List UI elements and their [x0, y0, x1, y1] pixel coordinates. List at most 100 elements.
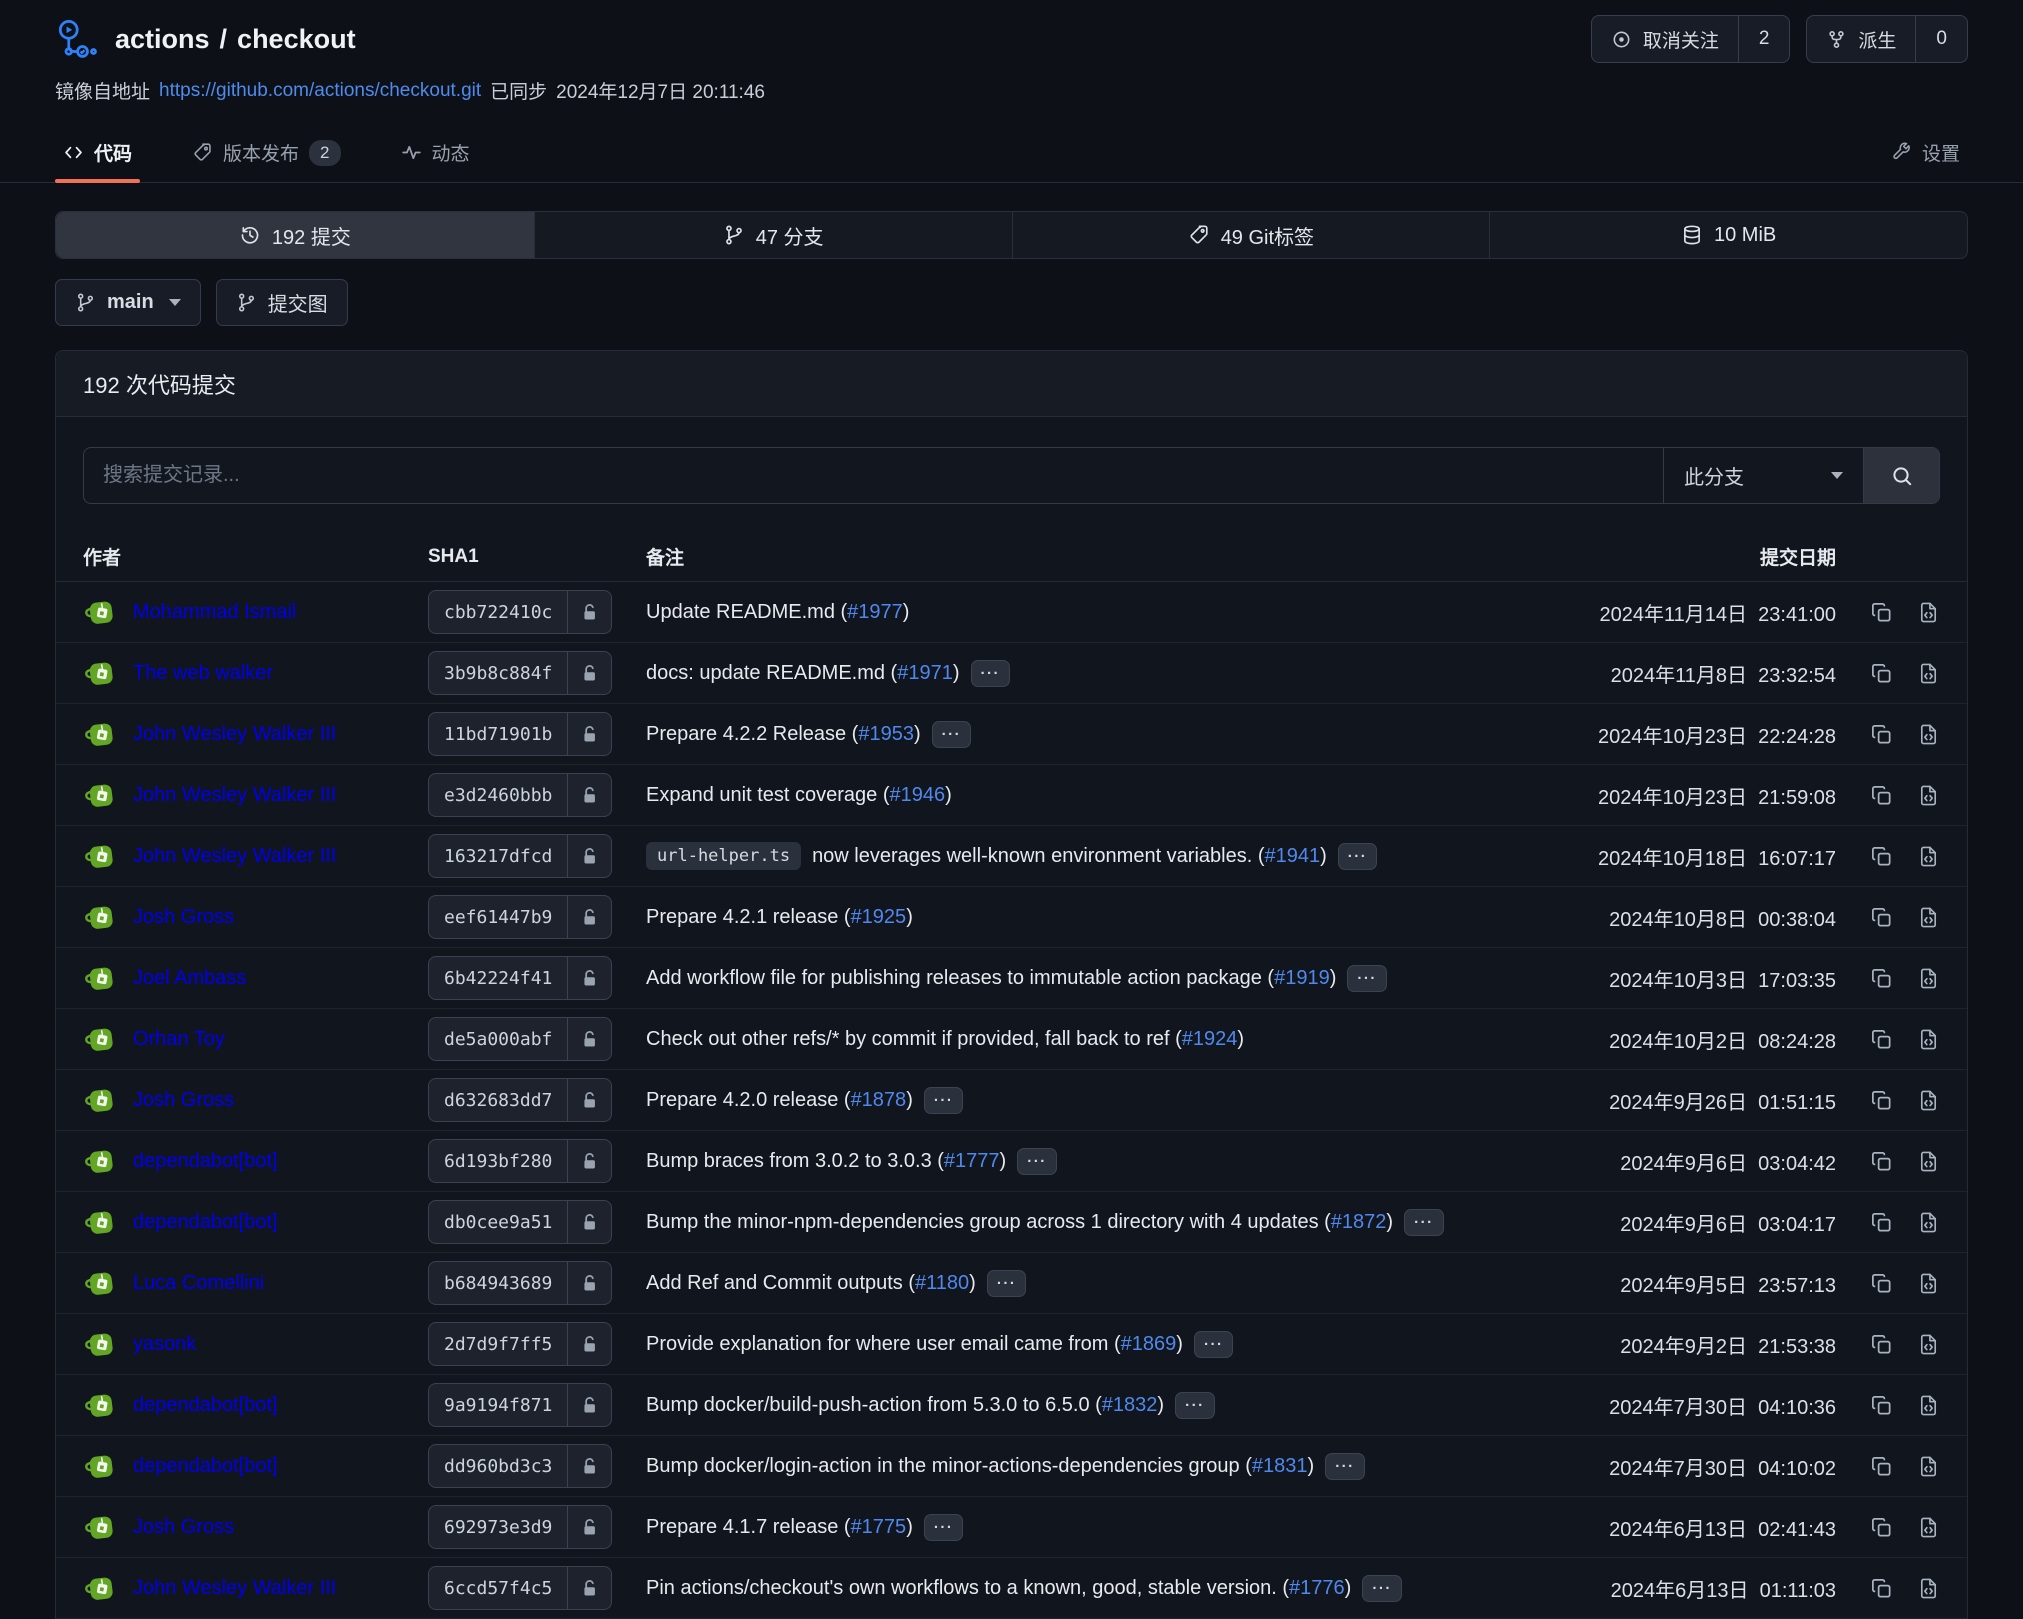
expand-commit-body-button[interactable]: ··· [1404, 1209, 1444, 1236]
expand-commit-body-button[interactable]: ··· [1175, 1392, 1215, 1419]
expand-commit-body-button[interactable]: ··· [1194, 1331, 1234, 1358]
commit-graph-button[interactable]: 提交图 [216, 279, 348, 326]
pr-link[interactable]: #1941 [1265, 845, 1321, 867]
commit-sha-badge[interactable]: dd960bd3c3 [428, 1444, 612, 1488]
copy-sha-button[interactable] [1870, 1577, 1893, 1600]
branch-selector[interactable]: main [55, 279, 201, 326]
expand-commit-body-button[interactable]: ··· [1325, 1453, 1365, 1480]
avatar[interactable] [83, 655, 119, 691]
copy-sha-button[interactable] [1870, 1516, 1893, 1539]
browse-source-button[interactable] [1917, 1333, 1940, 1356]
commit-sha-badge[interactable]: 163217dfcd [428, 834, 612, 878]
commit-sha-badge[interactable]: 3b9b8c884f [428, 651, 612, 695]
avatar[interactable] [83, 838, 119, 874]
avatar[interactable] [83, 899, 119, 935]
author-name-link[interactable]: Josh Gross [133, 1516, 234, 1539]
browse-source-button[interactable] [1917, 1394, 1940, 1417]
fork-button[interactable]: 派生 0 [1806, 15, 1968, 63]
commit-search-input[interactable] [84, 448, 1663, 503]
pr-link[interactable]: #1776 [1289, 1577, 1345, 1599]
copy-sha-button[interactable] [1870, 1089, 1893, 1112]
author-name-link[interactable]: Mohammad Ismail [133, 601, 296, 624]
watchers-count[interactable]: 2 [1738, 16, 1790, 62]
browse-source-button[interactable] [1917, 601, 1940, 624]
expand-commit-body-button[interactable]: ··· [1017, 1148, 1057, 1175]
tab-code[interactable]: 代码 [55, 124, 140, 182]
stat-tags[interactable]: 49 Git标签 [1012, 212, 1490, 258]
author-name-link[interactable]: Josh Gross [133, 906, 234, 929]
commit-sha-badge[interactable]: d632683dd7 [428, 1078, 612, 1122]
commit-message[interactable]: Bump braces from 3.0.2 to 3.0.3 (#1777) [646, 1150, 1006, 1173]
browse-source-button[interactable] [1917, 845, 1940, 868]
browse-source-button[interactable] [1917, 1516, 1940, 1539]
author-name-link[interactable]: Joel Ambass [133, 967, 246, 990]
pr-link[interactable]: #1775 [851, 1516, 907, 1538]
commit-message[interactable]: Provide explanation for where user email… [646, 1333, 1183, 1356]
author-name-link[interactable]: John Wesley Walker III [133, 784, 336, 807]
copy-sha-button[interactable] [1870, 723, 1893, 746]
author-name-link[interactable]: The web walker [133, 662, 273, 685]
commit-sha-badge[interactable]: b684943689 [428, 1261, 612, 1305]
commit-message[interactable]: now leverages well-known environment var… [812, 845, 1327, 868]
stat-commits[interactable]: 192 提交 [56, 212, 534, 258]
commit-message[interactable]: Pin actions/checkout's own workflows to … [646, 1577, 1351, 1600]
expand-commit-body-button[interactable]: ··· [971, 660, 1011, 687]
branch-scope-dropdown[interactable]: 此分支 [1663, 448, 1863, 503]
avatar[interactable] [83, 1204, 119, 1240]
author-name-link[interactable]: dependabot[bot] [133, 1394, 278, 1417]
mirror-url-link[interactable]: https://github.com/actions/checkout.git [159, 80, 481, 102]
avatar[interactable] [83, 716, 119, 752]
forks-count[interactable]: 0 [1915, 16, 1967, 62]
pr-link[interactable]: #1977 [847, 601, 903, 623]
expand-commit-body-button[interactable]: ··· [924, 1087, 964, 1114]
pr-link[interactable]: #1180 [915, 1272, 969, 1294]
author-name-link[interactable]: yasonk [133, 1333, 196, 1356]
expand-commit-body-button[interactable]: ··· [924, 1514, 964, 1541]
commit-sha-badge[interactable]: cbb722410c [428, 590, 612, 634]
browse-source-button[interactable] [1917, 1455, 1940, 1478]
copy-sha-button[interactable] [1870, 1211, 1893, 1234]
commit-sha-badge[interactable]: 6b42224f41 [428, 956, 612, 1000]
unwatch-button[interactable]: 取消关注 2 [1591, 15, 1791, 63]
expand-commit-body-button[interactable]: ··· [1362, 1575, 1402, 1602]
avatar[interactable] [83, 1448, 119, 1484]
tab-settings[interactable]: 设置 [1883, 124, 1968, 182]
commit-message[interactable]: Expand unit test coverage (#1946) [646, 784, 952, 807]
commit-message[interactable]: Prepare 4.2.2 Release (#1953) [646, 723, 921, 746]
browse-source-button[interactable] [1917, 1028, 1940, 1051]
commit-message[interactable]: Bump docker/build-push-action from 5.3.0… [646, 1394, 1164, 1417]
commit-message[interactable]: Prepare 4.2.1 release (#1925) [646, 906, 913, 929]
browse-source-button[interactable] [1917, 723, 1940, 746]
avatar[interactable] [83, 1021, 119, 1057]
commit-message[interactable]: Add Ref and Commit outputs (#1180) [646, 1272, 976, 1295]
commit-message[interactable]: docs: update README.md (#1971) [646, 662, 960, 685]
pr-link[interactable]: #1878 [851, 1089, 907, 1111]
commit-sha-badge[interactable]: 6d193bf280 [428, 1139, 612, 1183]
pr-link[interactable]: #1919 [1274, 967, 1330, 989]
author-name-link[interactable]: Orhan Toy [133, 1028, 225, 1051]
copy-sha-button[interactable] [1870, 1455, 1893, 1478]
copy-sha-button[interactable] [1870, 1028, 1893, 1051]
avatar[interactable] [83, 1326, 119, 1362]
commit-message[interactable]: Prepare 4.1.7 release (#1775) [646, 1516, 913, 1539]
author-name-link[interactable]: John Wesley Walker III [133, 845, 336, 868]
avatar[interactable] [83, 594, 119, 630]
commit-message[interactable]: Add workflow file for publishing release… [646, 967, 1336, 990]
stat-branches[interactable]: 47 分支 [534, 212, 1012, 258]
pr-link[interactable]: #1832 [1102, 1394, 1158, 1416]
pr-link[interactable]: #1925 [851, 906, 907, 928]
copy-sha-button[interactable] [1870, 845, 1893, 868]
copy-sha-button[interactable] [1870, 1333, 1893, 1356]
pr-link[interactable]: #1872 [1331, 1211, 1387, 1233]
owner-link[interactable]: actions [115, 24, 210, 55]
expand-commit-body-button[interactable]: ··· [987, 1270, 1027, 1297]
copy-sha-button[interactable] [1870, 601, 1893, 624]
avatar[interactable] [83, 777, 119, 813]
commit-message[interactable]: Check out other refs/* by commit if prov… [646, 1028, 1244, 1051]
author-name-link[interactable]: dependabot[bot] [133, 1455, 278, 1478]
expand-commit-body-button[interactable]: ··· [1347, 965, 1387, 992]
browse-source-button[interactable] [1917, 967, 1940, 990]
avatar[interactable] [83, 1265, 119, 1301]
browse-source-button[interactable] [1917, 1150, 1940, 1173]
author-name-link[interactable]: Josh Gross [133, 1089, 234, 1112]
